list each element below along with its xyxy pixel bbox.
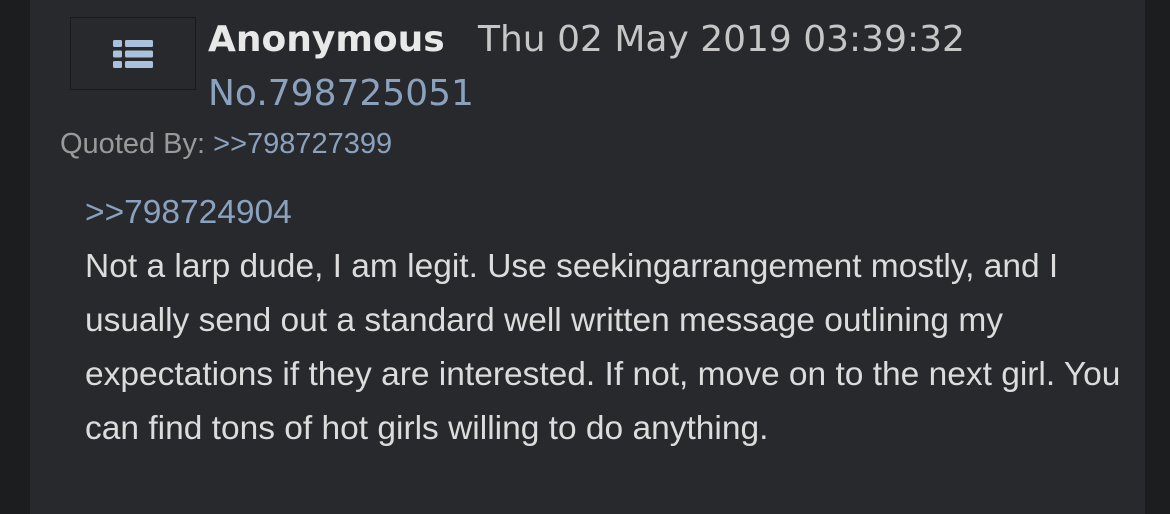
post-message-text: Not a larp dude, I am legit. Use seeking… [85, 248, 1121, 447]
quoted-by-link[interactable]: >>798727399 [213, 128, 392, 160]
quoted-by-label: Quoted By: [60, 128, 206, 160]
poster-name: Anonymous [208, 19, 445, 60]
post-container: Anonymous Thu 02 May 2019 03:39:32 No.79… [30, 0, 1145, 514]
post-datetime: Thu 02 May 2019 03:39:32 [478, 19, 965, 60]
quoted-by-line: Quoted By: >>798727399 [60, 126, 392, 162]
post-menu-button[interactable] [70, 17, 196, 90]
post-number-link[interactable]: No.798725051 [208, 70, 474, 118]
post-message: >>798724904 Not a larp dude, I am legit.… [85, 186, 1135, 456]
reply-quote-link[interactable]: >>798724904 [85, 186, 1135, 240]
list-menu-icon [113, 40, 153, 68]
